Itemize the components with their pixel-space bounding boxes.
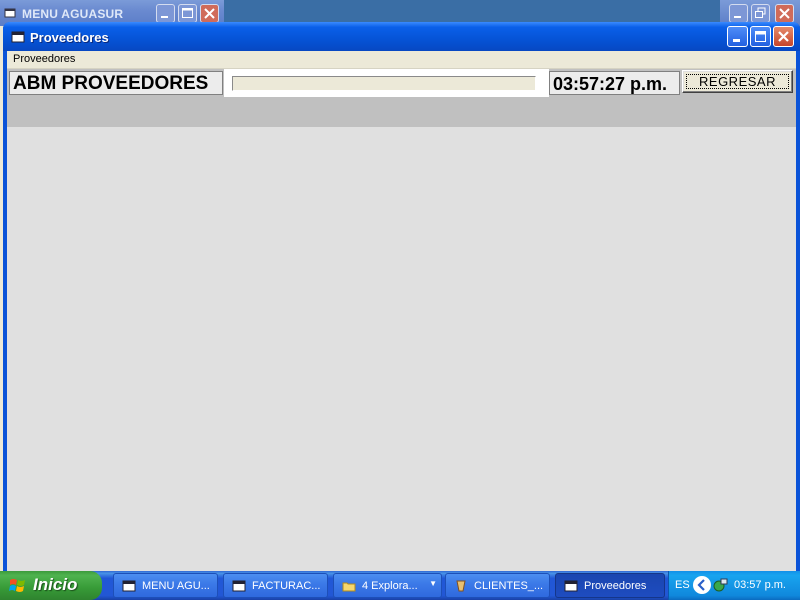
maximize-icon [182,8,193,18]
window-icon [122,580,136,592]
maximize-button[interactable] [750,26,771,47]
taskbar-item-label: MENU AGU... [142,580,210,592]
regresar-button-label: REGRESAR [699,74,776,89]
chevron-left-icon [697,579,705,591]
window-client-area: Proveedores ABM PROVEEDORES 03:57:27 p.m… [7,51,796,571]
taskbar-item-label: FACTURAC... [252,580,321,592]
time-box: 03:57:27 p.m. [549,71,680,95]
background-minimize-button[interactable] [156,4,175,23]
window-titlebar[interactable]: Proveedores [3,22,800,51]
taskbar-item-clientes[interactable]: CLIENTES_... [445,573,550,598]
close-icon [204,8,215,19]
background-minimize-button-2[interactable] [729,4,748,23]
windows-logo-icon [9,579,25,592]
taskbar-clock[interactable]: 03:57 p.m. [734,579,786,591]
minimize-icon [733,39,740,42]
minimize-button[interactable] [727,26,748,47]
page-title: ABM PROVEEDORES [13,73,209,94]
taskbar-item-proveedores[interactable]: Proveedores [555,573,665,598]
restore-icon [755,7,766,18]
start-button[interactable]: Inicio [0,571,102,600]
maximize-icon [755,31,766,42]
menu-item-proveedores[interactable]: Proveedores [13,53,75,65]
show-hidden-icons-button[interactable] [693,576,711,594]
network-icon[interactable] [713,577,729,593]
time-display: 03:57:27 p.m. [553,74,668,94]
folder-icon [342,582,356,592]
start-button-label: Inicio [33,575,78,594]
background-window-title: MENU AGUASUR [22,7,124,21]
taskbar: Inicio MENU AGU... FACTURAC... 4 Explora… [0,571,800,600]
close-button[interactable] [773,26,794,47]
close-icon [778,31,789,42]
background-close-button-2[interactable] [775,4,794,23]
system-tray: ES 03:57 p.m. [668,571,800,600]
minimize-icon [161,16,168,18]
regresar-button[interactable]: REGRESAR [682,70,793,93]
taskbar-item-label: Proveedores [584,580,647,592]
window-icon [4,8,16,18]
app-icon [456,580,466,592]
background-maximize-button[interactable] [178,4,197,23]
header-panel: ABM PROVEEDORES 03:57:27 p.m. REGRESAR [7,69,796,127]
menu-bar: Proveedores [7,51,796,69]
background-close-button[interactable] [200,4,219,23]
taskbar-item-explorador[interactable]: 4 Explora... ▼ [333,573,442,598]
taskbar-item-facturacion[interactable]: FACTURAC... [223,573,328,598]
title-box: ABM PROVEEDORES [9,71,223,95]
window-icon [232,580,246,592]
close-icon [779,8,790,19]
search-input[interactable] [232,76,536,91]
taskbar-item-label: 4 Explora... [362,580,418,592]
chevron-down-icon: ▼ [429,579,437,588]
window-icon [11,31,25,43]
minimize-icon [734,16,741,18]
proveedores-window: Proveedores Proveedores ABM PROVEEDORES … [3,22,800,571]
taskbar-item-menu-aguasur[interactable]: MENU AGU... [113,573,218,598]
background-restore-button[interactable] [751,4,770,23]
taskbar-item-label: CLIENTES_... [474,580,544,592]
window-icon [564,580,578,592]
language-indicator[interactable]: ES [675,579,690,591]
window-title: Proveedores [30,30,109,45]
